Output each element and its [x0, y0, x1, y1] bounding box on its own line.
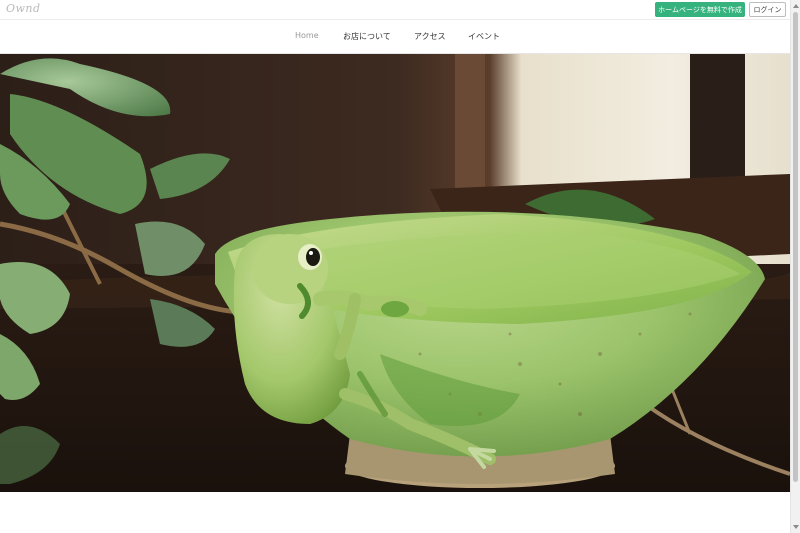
scroll-thumb[interactable] [793, 12, 798, 482]
nav-item-access[interactable]: アクセス [414, 31, 446, 42]
main-navigation: Home お店について アクセス イベント [0, 20, 790, 54]
top-bar: Ownd ホームページを無料で作成 ログイン [0, 0, 790, 20]
page-scrollbar[interactable] [790, 0, 800, 533]
hero-image [0, 54, 790, 492]
hero-photo-frog-bowl [0, 54, 790, 492]
site-logo[interactable]: Ownd [6, 2, 41, 15]
scroll-up-icon[interactable] [793, 4, 799, 8]
scroll-down-icon[interactable] [793, 525, 799, 529]
create-homepage-button[interactable]: ホームページを無料で作成 [655, 2, 745, 17]
login-button[interactable]: ログイン [749, 2, 786, 17]
nav-item-home[interactable]: Home [295, 31, 319, 40]
nav-item-about-shop[interactable]: お店について [343, 31, 391, 42]
content-area [0, 492, 790, 533]
nav-item-event[interactable]: イベント [468, 31, 500, 42]
